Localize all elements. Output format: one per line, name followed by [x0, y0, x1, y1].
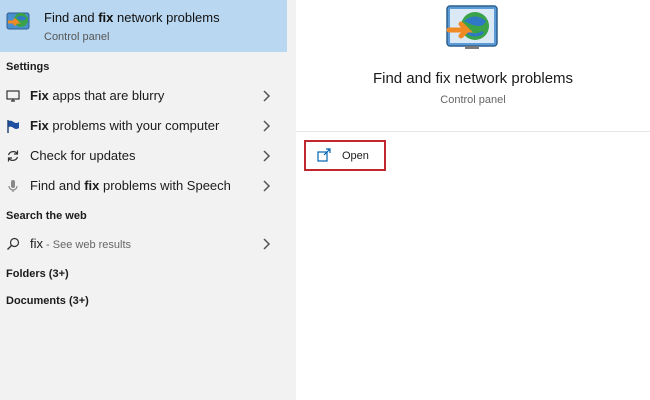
open-button[interactable]: Open: [304, 140, 386, 171]
result-check-for-updates[interactable]: Check for updates: [0, 141, 287, 171]
result-fix-computer-problems[interactable]: Fix problems with your computer: [0, 111, 287, 141]
chevron-right-icon[interactable]: [259, 89, 273, 103]
result-label: Check for updates: [30, 148, 136, 163]
web-search-label: fix - See web results: [30, 236, 132, 251]
network-troubleshooter-large-icon: [446, 5, 498, 49]
chevron-right-icon[interactable]: [259, 149, 273, 163]
chevron-right-icon[interactable]: [259, 237, 273, 251]
section-settings: Settings: [6, 61, 50, 73]
search-results-panel: Find and fix network problems Control pa…: [0, 0, 287, 400]
pane-divider: [287, 0, 296, 400]
open-icon: [317, 148, 331, 162]
detail-subtitle: Control panel: [440, 94, 506, 106]
refresh-icon: [7, 150, 19, 162]
best-match-title: Find and fix network problems: [44, 10, 220, 25]
result-label: Find and fix problems with Speech: [30, 178, 231, 193]
monitor-icon: [6, 90, 20, 102]
chevron-right-icon[interactable]: [259, 179, 273, 193]
result-fix-blurry-apps[interactable]: Fix apps that are blurry: [0, 81, 287, 111]
search-icon: [7, 237, 20, 250]
chevron-right-icon[interactable]: [259, 119, 273, 133]
detail-pane: Find and fix network problems Control pa…: [296, 0, 650, 400]
flag-icon: [7, 120, 19, 133]
result-label: Fix apps that are blurry: [30, 88, 165, 103]
open-label: Open: [342, 150, 369, 162]
network-troubleshooter-icon: [6, 12, 30, 30]
result-label: Fix problems with your computer: [30, 118, 220, 133]
microphone-icon: [8, 180, 18, 192]
result-fix-speech-problems[interactable]: Find and fix problems with Speech: [0, 171, 287, 201]
section-search-the-web: Search the web: [6, 210, 87, 222]
best-match-network-troubleshooter[interactable]: Find and fix network problems Control pa…: [0, 0, 287, 52]
section-folders[interactable]: Folders (3+): [6, 268, 69, 280]
detail-title: Find and fix network problems: [372, 70, 574, 87]
detail-separator: [296, 131, 650, 132]
section-documents[interactable]: Documents (3+): [6, 295, 89, 307]
result-web-search[interactable]: fix - See web results: [0, 229, 287, 259]
best-match-subtitle: Control panel: [44, 31, 110, 43]
